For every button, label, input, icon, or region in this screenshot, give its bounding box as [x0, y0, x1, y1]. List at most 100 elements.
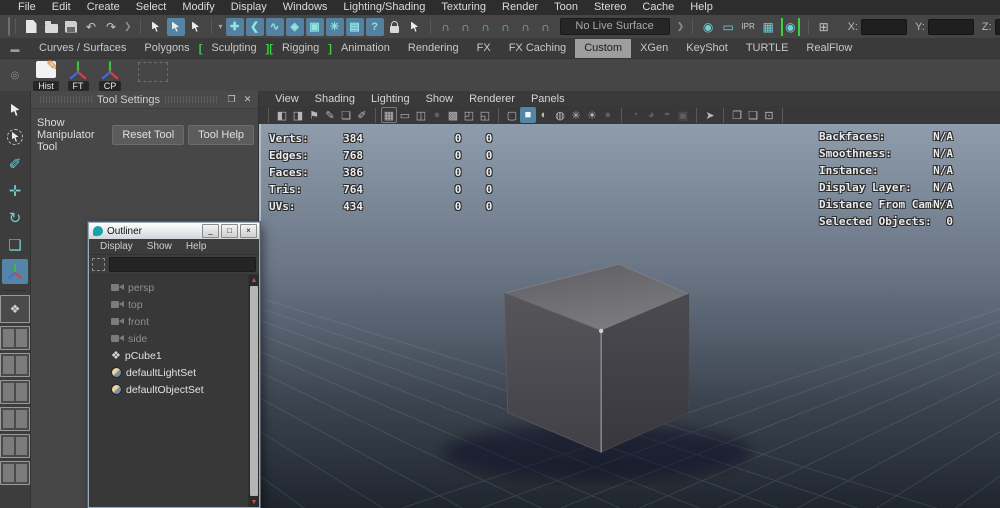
vp-menu-panels[interactable]: Panels	[523, 93, 573, 105]
vp-menu-show[interactable]: Show	[418, 93, 462, 105]
default-lighting-icon[interactable]: ☀	[584, 107, 600, 123]
persp-outliner-layout-button[interactable]	[0, 353, 30, 377]
shelf-tab-animation[interactable]: Animation	[332, 39, 399, 58]
lock-selection-icon[interactable]	[386, 18, 404, 36]
shelf-tab-keyshot[interactable]: KeyShot	[677, 39, 737, 58]
undo-icon[interactable]: ↶	[82, 18, 100, 36]
xray-joints-icon[interactable]: ❑	[745, 107, 761, 123]
camera-attributes-icon[interactable]: ◨	[290, 107, 306, 123]
maximize-button[interactable]: □	[221, 224, 238, 238]
scroll-down-icon[interactable]: ▼	[249, 497, 259, 507]
mask-deformations-icon[interactable]: ▣	[306, 18, 324, 36]
drag-handle[interactable]	[40, 96, 92, 103]
coord-input[interactable]	[928, 19, 974, 35]
snap-grid-icon[interactable]: ∩	[437, 18, 455, 36]
wireframe-icon[interactable]: ▢	[504, 107, 520, 123]
camera-icon[interactable]: ◧	[274, 107, 290, 123]
mask-all-icon[interactable]: ✚	[226, 18, 244, 36]
shelf-tab-fx[interactable]: FX	[468, 39, 500, 58]
gate-mask-icon[interactable]: ●	[429, 107, 445, 123]
tool-settings-header[interactable]: Tool Settings ❐ ✕	[31, 91, 258, 109]
scroll-thumb[interactable]	[250, 286, 258, 496]
ipr-render-icon[interactable]: IPR	[739, 18, 757, 36]
shelf-options-icon[interactable]: ◎	[0, 59, 30, 92]
shelf-tab-fx-caching[interactable]: FX Caching	[500, 39, 575, 58]
rotate-tool[interactable]: ↻	[2, 205, 28, 230]
vp-menu-view[interactable]: View	[267, 93, 307, 105]
highlight-selection-icon[interactable]	[406, 18, 424, 36]
single-pane-layout-button[interactable]: ❖	[0, 295, 30, 323]
menu-display[interactable]: Display	[223, 0, 275, 15]
occlusion-icon[interactable]: ◔	[627, 107, 643, 123]
persp-graph-layout-button[interactable]	[0, 380, 30, 404]
collapse-arrow-icon[interactable]: ❯	[677, 21, 685, 32]
last-used-tool[interactable]	[2, 259, 28, 284]
mask-misc-icon[interactable]: ?	[366, 18, 384, 36]
outliner-scrollbar[interactable]: ▲▼	[248, 275, 259, 507]
mask-dynamics-icon[interactable]: ✳	[326, 18, 344, 36]
outliner-item-pCube1[interactable]: ❖pCube1	[89, 347, 259, 364]
mask-curves-icon[interactable]: ∿	[266, 18, 284, 36]
minimize-button[interactable]: _	[202, 224, 219, 238]
shelf-tab-menu-icon[interactable]: ▬	[0, 44, 30, 54]
shelf-tab-rendering[interactable]: Rendering	[399, 39, 468, 58]
menu-set-selector[interactable]: Rendering▾	[8, 17, 10, 36]
quick-layout-icon[interactable]: ⊞	[815, 18, 833, 36]
close-panel-button[interactable]: ✕	[241, 93, 254, 106]
vp-menu-lighting[interactable]: Lighting	[363, 93, 418, 105]
2d-pan-zoom-icon[interactable]: ❏	[338, 107, 354, 123]
search-input[interactable]	[109, 257, 256, 272]
outliner-titlebar[interactable]: Outliner _□×	[89, 223, 259, 239]
render-view-icon[interactable]: ◉	[781, 18, 799, 36]
make-live-icon[interactable]: ∩	[537, 18, 555, 36]
grease-pencil-icon[interactable]: ✐	[354, 107, 370, 123]
shelf-tab-xgen[interactable]: XGen	[631, 39, 677, 58]
menu-help[interactable]: Help	[682, 0, 721, 15]
xray-icon[interactable]: ❐	[729, 107, 745, 123]
menu-select[interactable]: Select	[128, 0, 175, 15]
mask-handles-icon[interactable]: ❮	[246, 18, 264, 36]
viewport-canvas[interactable]: Verts:38400Edges:76800Faces:38600Tris:76…	[261, 124, 1000, 508]
snap-projected-center-icon[interactable]: ∩	[497, 18, 515, 36]
shelf-tab-realflow[interactable]: RealFlow	[797, 39, 861, 58]
shelf-tab-curves-surfaces[interactable]: Curves / Surfaces	[30, 39, 135, 58]
use-all-lights-icon[interactable]: ✳	[568, 107, 584, 123]
outliner-menu-show[interactable]: Show	[140, 241, 179, 252]
menu-texturing[interactable]: Texturing	[433, 0, 494, 15]
hypershade-persp-layout-button[interactable]	[0, 407, 30, 431]
select-component-icon[interactable]	[187, 18, 205, 36]
close-button[interactable]: ×	[240, 224, 257, 238]
render-current-frame-icon[interactable]: ◉	[699, 18, 717, 36]
multisample-icon[interactable]: ◓	[659, 107, 675, 123]
collapse-arrow-icon[interactable]: ❯	[124, 21, 132, 32]
save-icon[interactable]	[62, 18, 80, 36]
outliner-item-top[interactable]: top	[89, 296, 259, 313]
vp-menu-shading[interactable]: Shading	[307, 93, 363, 105]
outliner-item-defaultLightSet[interactable]: defaultLightSet	[89, 364, 259, 381]
film-gate-icon[interactable]: ▭	[397, 107, 413, 123]
shaded-icon[interactable]: ■	[520, 107, 536, 123]
shelf-tab-custom[interactable]: Custom	[575, 39, 631, 58]
field-chart-icon[interactable]: ▩	[445, 107, 461, 123]
outliner-item-front[interactable]: front	[89, 313, 259, 330]
lasso-select-tool[interactable]	[2, 124, 28, 149]
outliner-item-defaultObjectSet[interactable]: defaultObjectSet	[89, 381, 259, 398]
menu-render[interactable]: Render	[494, 0, 546, 15]
restore-panel-button[interactable]: ❐	[225, 93, 238, 106]
menu-windows[interactable]: Windows	[275, 0, 336, 15]
menu-modify[interactable]: Modify	[174, 0, 222, 15]
coord-input[interactable]	[861, 19, 907, 35]
isolate-select-icon[interactable]: ➤	[702, 107, 718, 123]
motion-blur-icon[interactable]: ◕	[643, 107, 659, 123]
grid-toggle-icon[interactable]: ▦	[381, 107, 397, 123]
shelf-tab-polygons[interactable]: Polygons	[135, 39, 198, 58]
outliner-item-side[interactable]: side	[89, 330, 259, 347]
reset-tool-button[interactable]: Reset Tool	[112, 125, 184, 145]
exposure-icon[interactable]: ⊡	[761, 107, 777, 123]
shelf-tab-sculpting[interactable]: Sculpting	[202, 39, 265, 58]
snap-view-plane-icon[interactable]: ∩	[517, 18, 535, 36]
render-region-icon[interactable]: ▭	[719, 18, 737, 36]
mask-surfaces-icon[interactable]: ◈	[286, 18, 304, 36]
wireframe-on-shaded-icon[interactable]: ◐	[536, 107, 552, 123]
select-tool[interactable]	[2, 97, 28, 122]
